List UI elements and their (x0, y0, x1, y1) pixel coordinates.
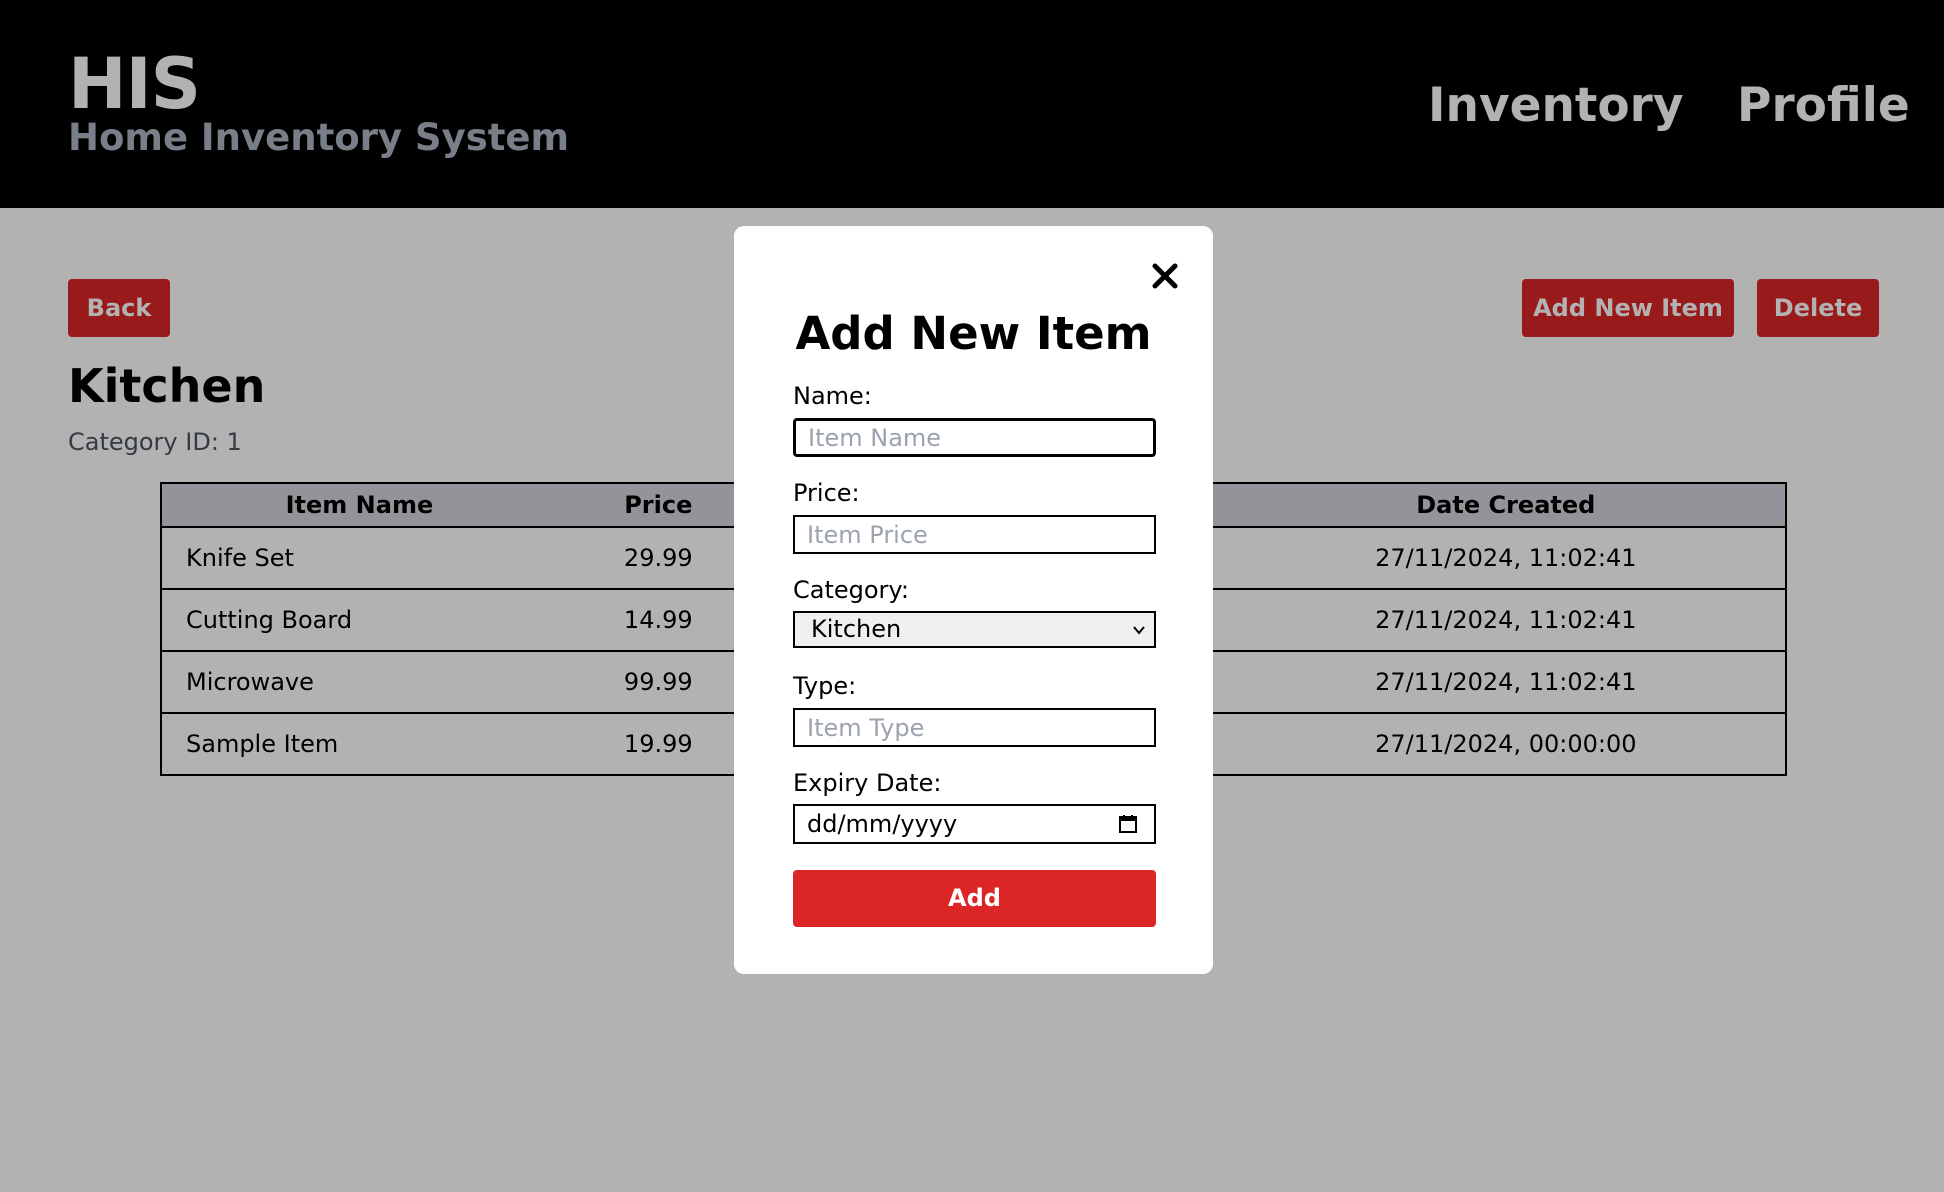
close-icon[interactable] (1147, 258, 1183, 294)
chevron-down-icon (1133, 626, 1145, 635)
price-label: Price: (793, 479, 860, 507)
type-label: Type: (793, 672, 857, 700)
calendar-icon[interactable] (1118, 814, 1138, 834)
add-button[interactable]: Add (793, 870, 1156, 927)
expiry-date-input[interactable]: dd/mm/yyyy (793, 804, 1156, 844)
expiry-date-placeholder: dd/mm/yyyy (807, 810, 958, 838)
expiry-date-label: Expiry Date: (793, 769, 942, 797)
name-label: Name: (793, 382, 872, 410)
item-price-input[interactable] (793, 515, 1156, 554)
category-select[interactable]: Kitchen (793, 611, 1156, 648)
item-type-input[interactable] (793, 708, 1156, 747)
category-label: Category: (793, 576, 909, 604)
category-selected-value: Kitchen (811, 615, 902, 643)
modal-title: Add New Item (795, 307, 1152, 360)
add-item-modal: Add New Item Name: Price: Category: Kitc… (734, 226, 1213, 974)
item-name-input[interactable] (793, 418, 1156, 457)
